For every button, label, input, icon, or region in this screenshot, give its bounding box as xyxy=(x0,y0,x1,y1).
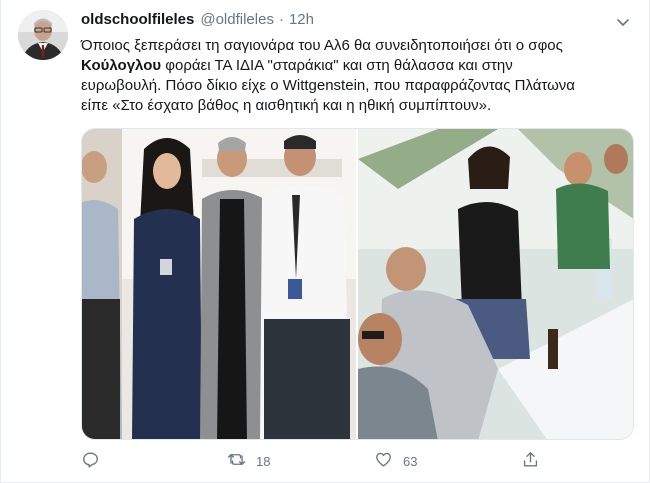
reply-icon xyxy=(81,450,100,472)
timestamp[interactable]: 12h xyxy=(289,11,314,28)
tweet[interactable]: oldschoolfileles @oldfileles · 12h Όποιο… xyxy=(0,0,650,483)
photo-group-portrait[interactable] xyxy=(82,129,356,439)
display-name[interactable]: oldschoolfileles xyxy=(81,11,194,28)
photo-beach-bar[interactable] xyxy=(358,129,633,439)
tweet-text-line-4: είπε «Στο έσχατο βάθος η αισθητική και η… xyxy=(81,97,492,114)
tweet-text-line-2: Κούλογλου φοράει ΤΑ ΙΔΙΑ "σταράκια" και … xyxy=(81,56,636,76)
tweet-text-line-2-rest: φοράει ΤΑ ΙΔΙΑ "σταράκια" και στη θάλασσ… xyxy=(161,57,513,74)
chevron-down-icon[interactable] xyxy=(615,14,631,30)
media-grid xyxy=(81,128,634,440)
retweet-button[interactable]: 18 xyxy=(227,450,270,472)
share-button[interactable] xyxy=(521,450,540,472)
reply-button[interactable] xyxy=(81,450,110,472)
retweet-icon xyxy=(227,450,246,472)
bold-name: Κούλογλου xyxy=(81,57,162,74)
like-icon xyxy=(374,450,393,472)
tweet-text-line-3: ευρωβουλή. Πόσο δίκιο είχε ο Wittgenstei… xyxy=(81,77,575,94)
tweet-text: Όποιος ξεπεράσει τη σαγιονάρα του Αλ6 θα… xyxy=(81,36,636,116)
retweet-count: 18 xyxy=(256,453,271,469)
separator: · xyxy=(278,11,284,28)
share-icon xyxy=(521,450,540,472)
like-count: 63 xyxy=(403,453,418,469)
avatar[interactable] xyxy=(18,10,68,60)
tweet-text-line-1: Όποιος ξεπεράσει τη σαγιονάρα του Αλ6 θα… xyxy=(81,37,563,54)
user-handle[interactable]: @oldfileles xyxy=(200,11,274,28)
tweet-actions: 18 63 xyxy=(81,450,551,472)
like-button[interactable]: 63 xyxy=(374,450,417,472)
tweet-header: oldschoolfileles @oldfileles · 12h xyxy=(81,11,314,31)
